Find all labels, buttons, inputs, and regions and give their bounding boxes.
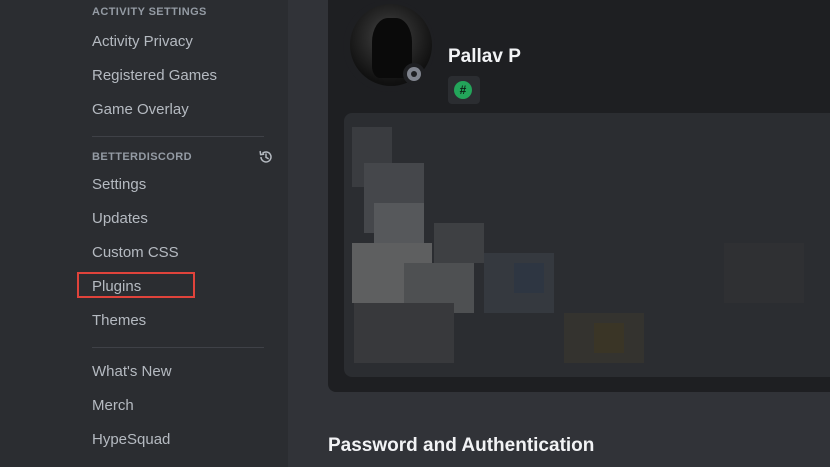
sidebar-divider (92, 347, 264, 348)
blurred-content-panel (344, 113, 830, 377)
sidebar-item-whats-new[interactable]: What's New (92, 362, 264, 382)
sidebar-item-custom-css[interactable]: Custom CSS (92, 243, 264, 263)
profile-username: Pallav P (448, 46, 521, 67)
section-title-password-authentication: Password and Authentication (328, 435, 595, 456)
settings-sidebar: ACTIVITY SETTINGS Activity Privacy Regis… (0, 0, 288, 467)
profile-badge[interactable]: # (448, 76, 480, 104)
sidebar-item-registered-games[interactable]: Registered Games (92, 66, 264, 86)
status-indicator (403, 63, 425, 85)
profile-card: Pallav P # (328, 0, 830, 392)
section-header-activity-settings: ACTIVITY SETTINGS (92, 6, 207, 18)
plugins-highlight-box (77, 272, 195, 298)
section-header-betterdiscord: BETTERDISCORD (92, 151, 192, 163)
history-icon[interactable] (258, 149, 274, 165)
offline-status-icon (407, 67, 421, 81)
sidebar-item-game-overlay[interactable]: Game Overlay (92, 100, 264, 120)
main-content: Pallav P # Password and Authentication (288, 0, 830, 467)
sidebar-divider (92, 136, 264, 137)
settings-window: ACTIVITY SETTINGS Activity Privacy Regis… (0, 0, 830, 467)
sidebar-item-themes[interactable]: Themes (92, 311, 264, 331)
sidebar-item-updates[interactable]: Updates (92, 209, 264, 229)
sidebar-item-settings[interactable]: Settings (92, 175, 264, 195)
sidebar-item-hypesquad[interactable]: HypeSquad (92, 430, 264, 450)
sidebar-item-merch[interactable]: Merch (92, 396, 264, 416)
hashtag-icon: # (454, 81, 472, 99)
sidebar-item-activity-privacy[interactable]: Activity Privacy (92, 32, 264, 52)
